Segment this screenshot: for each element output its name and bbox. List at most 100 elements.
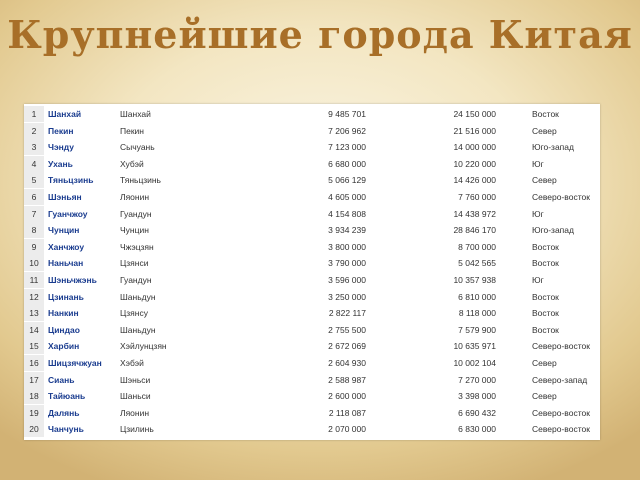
slide-title: Крупнейшие города Китая xyxy=(7,12,633,57)
region-cell: Восток xyxy=(532,258,559,269)
province-cell: Хэбэй xyxy=(120,358,144,368)
population-agglomeration-cell: 21 516 000 xyxy=(453,125,496,136)
city-link[interactable]: Ухань xyxy=(48,156,73,173)
region-cell: Восток xyxy=(532,241,559,252)
city-link[interactable]: Тяньцзинь xyxy=(48,172,93,189)
region-cell: Северо-восток xyxy=(532,192,590,202)
province-cell: Тяньцзинь xyxy=(120,175,161,186)
region-cell: Восток xyxy=(532,291,559,302)
table-row: 16 Шицзячжуан Хэбэй 2 604 930 10 002 104 Севе… xyxy=(24,355,600,372)
row-number: 12 xyxy=(24,288,44,306)
table-row: 19 Далянь Ляонин 2 118 087 6 690 432 Северо-в… xyxy=(24,404,600,422)
province-cell: Цзянсу xyxy=(120,308,148,319)
region-cell: Север xyxy=(532,125,557,136)
population-agglomeration-cell: 24 150 000 xyxy=(453,109,496,119)
population-city-cell: 9 485 701 xyxy=(328,109,366,119)
population-city-cell: 7 123 000 xyxy=(328,142,366,153)
city-link[interactable]: Чанчунь xyxy=(48,421,84,438)
population-city-cell: 2 822 117 xyxy=(328,308,366,319)
city-link[interactable]: Цзинань xyxy=(48,289,84,306)
province-cell: Чунцин xyxy=(120,225,149,236)
province-cell: Шаньси xyxy=(120,391,151,402)
city-link[interactable]: Сиань xyxy=(48,372,74,389)
population-agglomeration-cell: 14 438 972 xyxy=(453,208,496,219)
population-agglomeration-cell: 28 846 170 xyxy=(453,225,496,236)
table-row: 11 Шэньчжэнь Гуандун 3 596 000 10 357 938 Юг xyxy=(24,272,600,289)
row-number: 13 xyxy=(24,305,44,323)
province-cell: Хубэй xyxy=(120,158,144,169)
province-cell: Шанхай xyxy=(120,109,151,119)
row-number: 7 xyxy=(24,205,44,223)
city-link[interactable]: Чунцин xyxy=(48,222,79,239)
row-number: 9 xyxy=(24,238,44,256)
population-city-cell: 3 250 000 xyxy=(328,291,366,302)
city-link[interactable]: Тайюань xyxy=(48,388,85,405)
city-link[interactable]: Далянь xyxy=(48,405,80,422)
population-city-cell: 2 755 500 xyxy=(328,324,366,335)
region-cell: Восток xyxy=(532,109,559,119)
city-link[interactable]: Шанхай xyxy=(48,106,81,123)
row-number: 18 xyxy=(24,388,44,406)
province-cell: Пекин xyxy=(120,125,144,136)
region-cell: Юго-запад xyxy=(532,225,574,236)
population-city-cell: 4 154 808 xyxy=(328,208,366,219)
city-link[interactable]: Пекин xyxy=(48,123,73,140)
population-city-cell: 2 604 930 xyxy=(328,358,366,368)
province-cell: Гуандун xyxy=(120,208,152,219)
city-link[interactable]: Гуанчжоу xyxy=(48,206,88,223)
table-row: 2 Пекин Пекин 7 206 962 21 516 000 Север xyxy=(24,122,600,140)
row-number: 11 xyxy=(24,272,44,289)
population-city-cell: 3 790 000 xyxy=(328,258,366,269)
row-number: 5 xyxy=(24,172,44,190)
table-row: 20 Чанчунь Цзилинь 2 070 000 6 830 000 Северо… xyxy=(24,421,600,439)
row-number: 19 xyxy=(24,404,44,422)
city-link[interactable]: Ханчжоу xyxy=(48,239,84,256)
city-link[interactable]: Чэнду xyxy=(48,139,74,156)
city-link[interactable]: Шэньян xyxy=(48,189,82,206)
province-cell: Ляонин xyxy=(120,407,150,418)
province-cell: Шаньдун xyxy=(120,324,156,335)
population-agglomeration-cell: 3 398 000 xyxy=(458,391,496,402)
table-row: 8 Чунцин Чунцин 3 934 239 28 846 170 Юго-запа… xyxy=(24,222,600,240)
population-agglomeration-cell: 8 118 000 xyxy=(458,308,496,319)
slide: { "title": "Крупнейшие города Китая", "t… xyxy=(0,0,640,480)
table-row: 12 Цзинань Шаньдун 3 250 000 6 810 000 Восток xyxy=(24,288,600,306)
city-link[interactable]: Шэньчжэнь xyxy=(48,272,97,289)
province-cell: Хэйлунцзян xyxy=(120,341,167,352)
population-city-cell: 2 600 000 xyxy=(328,391,366,402)
region-cell: Северо-восток xyxy=(532,424,590,435)
row-number: 4 xyxy=(24,155,44,173)
province-cell: Шэньси xyxy=(120,374,151,385)
row-number: 1 xyxy=(24,106,44,123)
city-link[interactable]: Наньчан xyxy=(48,255,83,272)
row-number: 17 xyxy=(24,371,44,389)
population-agglomeration-cell: 14 000 000 xyxy=(453,142,496,153)
population-city-cell: 5 066 129 xyxy=(328,175,366,186)
city-link[interactable]: Шицзячжуан xyxy=(48,355,102,372)
province-cell: Шаньдун xyxy=(120,291,156,302)
table-row: 10 Наньчан Цзянси 3 790 000 5 042 565 Восток xyxy=(24,255,600,273)
population-agglomeration-cell: 8 700 000 xyxy=(458,241,496,252)
province-cell: Чжэцзян xyxy=(120,241,154,252)
population-city-cell: 6 680 000 xyxy=(328,158,366,169)
province-cell: Сычуань xyxy=(120,142,155,153)
population-agglomeration-cell: 10 220 000 xyxy=(453,158,496,169)
city-link[interactable]: Нанкин xyxy=(48,305,79,322)
city-link[interactable]: Харбин xyxy=(48,338,79,355)
population-agglomeration-cell: 7 270 000 xyxy=(458,374,496,385)
region-cell: Северо-восток xyxy=(532,407,590,418)
row-number: 2 xyxy=(24,122,44,140)
row-number: 15 xyxy=(24,338,44,356)
row-number: 3 xyxy=(24,139,44,157)
city-link[interactable]: Циндао xyxy=(48,322,80,339)
table-row: 6 Шэньян Ляонин 4 605 000 7 760 000 Северо-во… xyxy=(24,189,600,206)
population-city-cell: 2 070 000 xyxy=(328,424,366,435)
population-agglomeration-cell: 14 426 000 xyxy=(453,175,496,186)
province-cell: Ляонин xyxy=(120,192,150,202)
province-cell: Цзилинь xyxy=(120,424,154,435)
population-agglomeration-cell: 6 830 000 xyxy=(458,424,496,435)
population-agglomeration-cell: 7 579 900 xyxy=(458,324,496,335)
cities-table: 1 Шанхай Шанхай 9 485 701 24 150 000 Восток 2 П… xyxy=(24,104,600,440)
population-city-cell: 3 934 239 xyxy=(328,225,366,236)
population-city-cell: 2 118 087 xyxy=(328,407,366,418)
